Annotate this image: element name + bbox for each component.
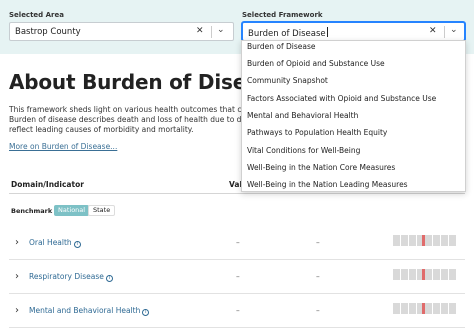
table-row[interactable]: › Respiratory Disease i – – [0,269,474,305]
bar-segment [393,269,400,280]
row-divider [9,293,465,294]
table-row[interactable]: › Oral Health i – – [0,235,474,271]
dropdown-option[interactable]: Well-Being in the Nation Leading Measure… [242,176,465,191]
description-line: Burden of disease describes death and lo… [9,115,248,124]
bar-segment [433,303,440,314]
benchmark-state-toggle[interactable]: State [88,205,116,216]
indicator-value: – [236,238,240,247]
row-divider [9,327,465,328]
indicator-label[interactable]: Mental and Behavioral Health [29,306,140,315]
benchmark-bar [393,235,458,246]
dropdown-option[interactable]: Pathways to Population Health Equity [242,124,465,141]
indicator-benchmark: – [316,238,320,247]
dropdown-option[interactable]: Community Snapshot [242,72,465,89]
dropdown-option[interactable]: Mental and Behavioral Health [242,107,465,124]
table-row[interactable]: › Mental and Behavioral Health i – – [0,303,474,334]
bar-segment [441,269,448,280]
framework-description: This framework sheds light on various he… [9,105,249,135]
indicator-label[interactable]: Respiratory Disease [29,272,104,281]
bar-segment [449,269,456,280]
indicator-benchmark: – [316,272,320,281]
area-select-value: Bastrop County [15,27,81,37]
close-icon[interactable]: ✕ [429,26,437,36]
bar-segment [449,235,456,246]
indicator-value: – [236,272,240,281]
bar-segment [441,235,448,246]
area-select[interactable]: Bastrop County ✕ ⌄ [9,22,234,41]
chevron-down-icon[interactable]: ⌄ [450,25,458,35]
indicator-value: – [236,306,240,315]
info-icon[interactable]: i [105,275,113,282]
bar-segment [441,303,448,314]
benchmark-label: Benchmark [11,207,53,215]
dropdown-option[interactable]: Vital Conditions for Well-Being [242,142,465,159]
indicator-label[interactable]: Oral Health [29,238,72,247]
selected-framework-label: Selected Framework [242,11,323,19]
benchmark-national-toggle[interactable]: National [54,205,90,216]
bar-segment [433,269,440,280]
bar-segment [409,303,416,314]
bar-segment [401,269,408,280]
description-line: reflect leading causes of morbidity and … [9,125,194,134]
bar-segment [425,269,432,280]
bar-marker [422,269,425,280]
bar-segment [409,235,416,246]
bar-segment [449,303,456,314]
chevron-right-icon[interactable]: › [15,305,19,316]
dropdown-option[interactable]: Burden of Disease [242,41,465,55]
chevron-down-icon[interactable]: ⌄ [217,25,225,35]
text-caret [326,27,328,37]
bar-segment [425,235,432,246]
bar-segment [409,269,416,280]
chevron-right-icon[interactable]: › [15,237,19,248]
divider [9,193,465,194]
dropdown-option[interactable]: Burden of Opioid and Substance Use [242,55,465,72]
bar-segment [393,303,400,314]
dropdown-option[interactable]: Well-Being in the Nation Core Measures [242,159,465,176]
indicator-name[interactable]: Respiratory Disease i [29,272,113,282]
column-header-indicator: Domain/Indicator [11,180,84,189]
dropdown-option[interactable]: Factors Associated with Opioid and Subst… [242,90,465,107]
framework-select[interactable]: Burden of Disease ✕ ⌄ [242,22,465,41]
info-icon[interactable]: i [142,309,150,316]
framework-select-text: Burden of Disease [248,29,326,39]
bar-segment [433,235,440,246]
row-divider [9,259,465,260]
framework-select-value: Burden of Disease [248,27,328,39]
indicator-benchmark: – [316,306,320,315]
select-separator [444,26,445,38]
indicator-name[interactable]: Oral Health i [29,238,81,248]
description-line: This framework sheds light on various he… [9,105,247,114]
info-icon[interactable]: i [73,241,81,248]
bar-marker [422,303,425,314]
framework-dropdown-menu: Burden of Disease Burden of Opioid and S… [241,40,466,192]
benchmark-bar [393,269,458,280]
bar-segment [401,235,408,246]
indicator-name[interactable]: Mental and Behavioral Health i [29,306,150,316]
benchmark-bar [393,303,458,314]
bar-segment [425,303,432,314]
select-separator [211,26,212,38]
more-on-framework-link[interactable]: More on Burden of Disease... [9,142,117,151]
bar-marker [422,235,425,246]
bar-segment [401,303,408,314]
bar-segment [393,235,400,246]
chevron-right-icon[interactable]: › [15,271,19,282]
close-icon[interactable]: ✕ [196,26,204,36]
selected-area-label: Selected Area [9,11,64,19]
